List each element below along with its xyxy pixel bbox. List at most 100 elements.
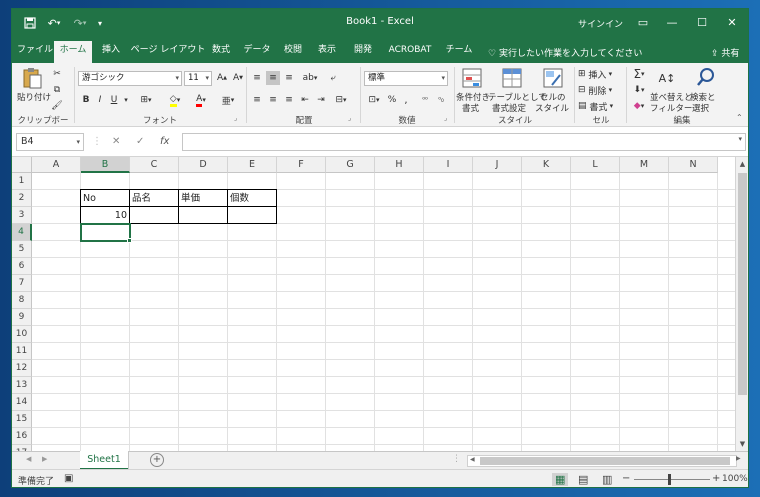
zoom-slider[interactable]	[634, 479, 710, 480]
delete-cells-button[interactable]: ⊟ 削除 ▾	[578, 83, 622, 97]
row-header[interactable]: 14	[12, 394, 32, 411]
merge-center-icon[interactable]: ⊟ ▾	[330, 93, 352, 107]
dialog-launcher-icon[interactable]: ⌟	[444, 114, 447, 122]
wrap-text-icon[interactable]: ⤶	[326, 71, 340, 85]
row-header[interactable]: 11	[12, 343, 32, 360]
name-box[interactable]: B4 ▾	[16, 133, 84, 151]
expand-formula-icon[interactable]: ▾	[738, 135, 742, 143]
scroll-sheets-left-icon[interactable]: ◀	[26, 455, 31, 463]
page-break-view-icon[interactable]: ▥	[602, 473, 612, 486]
tab-acrobat[interactable]: ACROBAT	[386, 42, 434, 63]
insert-function-button[interactable]: fx	[160, 136, 169, 147]
scroll-up-icon[interactable]: ▲	[736, 157, 748, 171]
dialog-launcher-icon[interactable]: ⌟	[234, 114, 237, 122]
column-header[interactable]: L	[571, 157, 620, 173]
row-header[interactable]: 7	[12, 275, 32, 292]
autosum-icon[interactable]: Σ ▾	[630, 67, 648, 81]
percent-button[interactable]: %	[386, 93, 398, 107]
font-size-combo[interactable]: 11 ▾	[184, 71, 212, 86]
zoom-out-button[interactable]: −	[622, 473, 630, 484]
tab-view[interactable]: 表示	[314, 42, 340, 63]
tab-review[interactable]: 校閲	[280, 42, 306, 63]
row-header[interactable]: 8	[12, 292, 32, 309]
scroll-left-icon[interactable]: ◀	[470, 456, 475, 463]
increase-decimal-icon[interactable]: ⁰⁰	[418, 93, 432, 107]
align-left-icon[interactable]: ≡	[250, 93, 264, 107]
row-header[interactable]: 6	[12, 258, 32, 275]
collapse-ribbon-icon[interactable]: ⌃	[736, 113, 743, 122]
font-color-icon[interactable]: A ▾	[190, 93, 212, 107]
column-header[interactable]: G	[326, 157, 375, 173]
copy-icon[interactable]: ⧉	[50, 83, 64, 97]
scroll-down-icon[interactable]: ▼	[736, 437, 748, 451]
row-header[interactable]: 3	[12, 207, 32, 224]
borders-icon[interactable]: ⊞ ▾	[136, 93, 156, 107]
column-header[interactable]: E	[228, 157, 277, 173]
minimize-button[interactable]: —	[657, 13, 687, 33]
scroll-sheets-right-icon[interactable]: ▶	[42, 455, 47, 463]
increase-indent-icon[interactable]: ⇥	[314, 93, 328, 107]
tab-home[interactable]: ホーム	[54, 41, 92, 63]
decrease-indent-icon[interactable]: ⇤	[298, 93, 312, 107]
formula-input[interactable]: ▾	[182, 133, 746, 151]
row-header[interactable]: 13	[12, 377, 32, 394]
dialog-launcher-icon[interactable]: ⌟	[348, 114, 351, 122]
column-header[interactable]: C	[130, 157, 179, 173]
fill-color-icon[interactable]: ◇ ▾	[164, 93, 186, 107]
number-format-combo[interactable]: 標準 ▾	[364, 71, 448, 86]
format-cells-button[interactable]: ▤ 書式 ▾	[578, 99, 622, 113]
ribbon-display-options-icon[interactable]: ▭	[628, 13, 658, 33]
cancel-icon[interactable]: ✕	[112, 136, 120, 147]
phonetic-icon[interactable]: 亜 ▾	[218, 93, 238, 107]
cell-b3[interactable]: 10	[81, 207, 129, 224]
insert-cells-button[interactable]: ⊞ 挿入 ▾	[578, 67, 622, 81]
sheet-tab[interactable]: Sheet1	[80, 451, 128, 470]
tell-me-box[interactable]: ♡ 実行したい作業を入力してください	[488, 46, 642, 59]
grow-font-icon[interactable]: A ▲	[216, 71, 228, 85]
macro-record-icon[interactable]: ▣	[64, 473, 73, 484]
column-header[interactable]: H	[375, 157, 424, 173]
italic-button[interactable]: I	[94, 93, 106, 107]
cell-d2[interactable]: 単価	[179, 190, 227, 207]
spreadsheet-grid[interactable]: ▲ ▼ A B C D E F G H I J K L M N 1 2 3 4 5 6 7 8 9 10 11 12 13 14 15 1…	[12, 157, 748, 462]
column-header[interactable]: D	[179, 157, 228, 173]
scroll-right-icon[interactable]: ▶	[736, 455, 741, 462]
page-layout-view-icon[interactable]: ▤	[578, 473, 588, 486]
active-cell[interactable]	[80, 223, 131, 242]
tab-data[interactable]: データ	[242, 42, 272, 63]
bold-button[interactable]: B	[80, 93, 92, 107]
row-header[interactable]: 16	[12, 428, 32, 445]
comma-style-icon[interactable]: ,	[400, 93, 412, 107]
row-header[interactable]: 5	[12, 241, 32, 258]
cut-icon[interactable]: ✂	[50, 67, 64, 81]
tab-formulas[interactable]: 数式	[208, 42, 234, 63]
column-header[interactable]: J	[473, 157, 522, 173]
align-right-icon[interactable]: ≡	[282, 93, 296, 107]
column-header[interactable]: N	[669, 157, 718, 173]
column-header[interactable]: K	[522, 157, 571, 173]
select-all-button[interactable]	[12, 157, 32, 173]
chevron-down-icon[interactable]: ▾	[122, 93, 130, 107]
tab-file[interactable]: ファイル	[16, 42, 54, 63]
format-painter-icon[interactable]: 🖌	[50, 99, 64, 113]
align-top-icon[interactable]: ≡	[250, 71, 264, 85]
tab-insert[interactable]: 挿入	[96, 42, 126, 63]
normal-view-icon[interactable]: ▦	[552, 473, 569, 486]
row-header[interactable]: 9	[12, 309, 32, 326]
row-header[interactable]: 15	[12, 411, 32, 428]
tab-developer[interactable]: 開発	[350, 42, 376, 63]
tab-team[interactable]: チーム	[444, 42, 474, 63]
accounting-format-icon[interactable]: ⊡ ▾	[364, 93, 384, 107]
column-header[interactable]: F	[277, 157, 326, 173]
fill-icon[interactable]: ⬇ ▾	[630, 83, 648, 97]
column-header[interactable]: I	[424, 157, 473, 173]
enter-icon[interactable]: ✓	[136, 136, 144, 147]
cell-e2[interactable]: 個数	[228, 190, 276, 207]
font-name-combo[interactable]: 游ゴシック ▾	[78, 71, 182, 86]
column-header[interactable]: M	[620, 157, 669, 173]
close-button[interactable]: ✕	[717, 13, 747, 33]
align-center-icon[interactable]: ≡	[266, 93, 280, 107]
tab-page-layout[interactable]: ページ レイアウト	[130, 42, 206, 63]
share-button[interactable]: ⇪ 共有	[711, 46, 739, 59]
align-middle-icon[interactable]: ≡	[266, 71, 280, 85]
